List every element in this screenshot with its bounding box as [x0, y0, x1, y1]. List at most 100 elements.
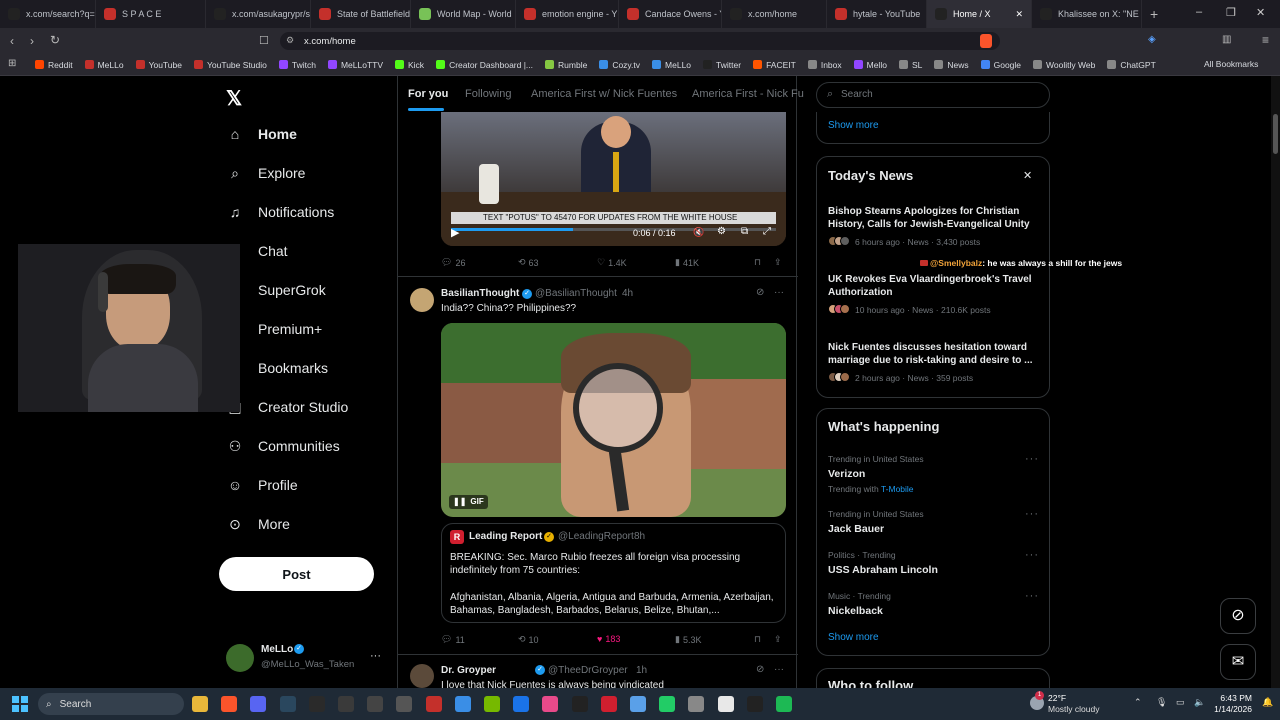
taskbar-app-icon[interactable]	[717, 696, 734, 712]
bookmark-item[interactable]: Kick	[390, 60, 429, 70]
views-button[interactable]: ▮ 41K	[675, 257, 699, 268]
taskbar-app-icon[interactable]	[279, 696, 296, 712]
taskbar-search[interactable]: ⌕ Search	[38, 693, 184, 715]
nav-notifications[interactable]: ♫ Notifications	[226, 203, 335, 221]
bookmark-item[interactable]: SL	[894, 60, 927, 70]
browser-tab[interactable]: x.com/asukagrypr/s	[206, 0, 311, 28]
bookmark-page-icon[interactable]: ☐	[259, 34, 269, 47]
close-icon[interactable]: ✕	[1023, 169, 1032, 182]
bookmark-item[interactable]: Reddit	[30, 60, 78, 70]
clock-date[interactable]: 1/14/2026	[1212, 704, 1252, 714]
browser-tab[interactable]: x.com/home	[722, 0, 827, 28]
grok-icon[interactable]: ⊘	[756, 664, 764, 675]
windows-start-icon[interactable]	[12, 696, 28, 712]
bookmark-item[interactable]: YouTube Studio	[189, 60, 272, 70]
play-icon[interactable]: ▶	[451, 226, 459, 239]
bookmark-item[interactable]: Inbox	[803, 60, 847, 70]
taskbar-app-icon[interactable]	[308, 696, 325, 712]
tweet-more-icon[interactable]: ···	[774, 664, 784, 675]
taskbar-app-icon[interactable]	[688, 696, 705, 712]
bookmark-item[interactable]: Google	[976, 60, 1026, 70]
nav-supergrok[interactable]: ⊘SuperGrok	[226, 281, 326, 299]
taskbar-app-icon[interactable]	[630, 696, 646, 712]
video-progress-track[interactable]	[451, 228, 776, 231]
nav-more[interactable]: ⊙ More	[226, 515, 290, 533]
search-box[interactable]: ⌕ Search	[816, 82, 1050, 108]
reload-icon[interactable]: ↻	[50, 33, 60, 47]
tab-america-first[interactable]: America First w/ Nick Fuentes	[531, 88, 677, 100]
taskbar-app-icon[interactable]	[425, 696, 442, 712]
grok-icon[interactable]: ⊘	[756, 287, 764, 298]
tweet1-video[interactable]: TEXT "POTUS" TO 45470 FOR UPDATES FROM T…	[441, 112, 786, 246]
browser-tab[interactable]: emotion engine - Y	[516, 0, 619, 28]
news-item[interactable]: Nick Fuentes discusses hesitation toward…	[828, 341, 1042, 385]
tab-following[interactable]: Following	[465, 88, 511, 100]
taskbar-app-icon[interactable]	[454, 696, 471, 712]
apps-grid-icon[interactable]: ⊞	[8, 58, 16, 69]
gif-badge[interactable]: ❚❚ GIF	[449, 495, 488, 509]
repost-button[interactable]: ⟲ 63	[518, 257, 539, 268]
x-logo-icon[interactable]: 𝕏	[226, 86, 242, 111]
forward-icon[interactable]: ›	[30, 34, 34, 48]
bookmark-item[interactable]: YouTube	[131, 60, 187, 70]
site-info-icon[interactable]: ⚙	[286, 35, 294, 46]
taskbar-app-icon[interactable]	[746, 696, 763, 712]
browser-tab[interactable]: Home / X ✕	[927, 0, 1032, 28]
clock-time[interactable]: 6:43 PM	[1212, 693, 1252, 703]
trend-more-icon[interactable]: ···	[1025, 508, 1039, 520]
new-tab-icon[interactable]: +	[1150, 6, 1158, 22]
all-bookmarks[interactable]: All Bookmarks	[1204, 59, 1258, 69]
bookmark-item[interactable]: MeLLoTTV	[323, 60, 388, 70]
taskbar-app-icon[interactable]	[600, 696, 617, 712]
bookmark-item[interactable]: ChatGPT	[1102, 60, 1160, 70]
back-icon[interactable]: ‹	[10, 34, 14, 48]
account-more-icon[interactable]: ···	[370, 650, 381, 662]
repost-button[interactable]: ⟲ 10	[518, 634, 539, 645]
tweet3-time[interactable]: 1h	[636, 665, 647, 676]
bookmark-item[interactable]: Twitter	[698, 60, 746, 70]
tweet2-avatar[interactable]	[410, 288, 434, 312]
like-button[interactable]: ♥ 183	[597, 634, 620, 644]
tweet3-handle[interactable]: @TheeDrGroyper	[548, 665, 628, 676]
bookmark-item[interactable]: News	[929, 60, 973, 70]
restore-icon[interactable]: ❐	[1226, 6, 1236, 19]
trend-more-icon[interactable]: ···	[1025, 549, 1039, 561]
menu-icon[interactable]: ≡	[1262, 33, 1269, 47]
trend-more-icon[interactable]: ···	[1025, 453, 1039, 465]
news-item[interactable]: UK Revokes Eva Vlaardingerbroek's Travel…	[828, 273, 1042, 317]
taskbar-app-icon[interactable]	[338, 696, 354, 712]
account-avatar[interactable]	[226, 644, 254, 672]
minimize-icon[interactable]: –	[1196, 6, 1202, 18]
tab-for-you[interactable]: For you	[408, 88, 448, 100]
browser-tab[interactable]: hytale - YouTube	[827, 0, 927, 28]
settings-icon[interactable]: ⚙	[717, 226, 726, 237]
notifications-icon[interactable]: 🔔	[1262, 697, 1273, 708]
trend-item[interactable]: Music · Trending Nickelback	[828, 591, 1042, 617]
fullscreen-icon[interactable]: ⤢	[763, 226, 771, 237]
taskbar-app-icon[interactable]	[484, 696, 500, 712]
tab-america-first-2[interactable]: America First - Nick Fu	[692, 88, 804, 100]
browser-tab[interactable]: Candace Owens - Y	[619, 0, 722, 28]
trend-item[interactable]: Politics · Trending USS Abraham Lincoln	[828, 550, 1042, 576]
bookmark-item[interactable]: Cozy.tv	[594, 60, 645, 70]
trend-item[interactable]: Trending in United States Verizon Trendi…	[828, 454, 1042, 494]
taskbar-app-icon[interactable]	[776, 696, 792, 712]
bookmark-item[interactable]: Creator Dashboard |...	[431, 60, 538, 70]
quote-tweet[interactable]: R Leading Report ✓ @LeadingReport 8h BRE…	[441, 523, 786, 623]
share-icon[interactable]: ⇪	[774, 257, 782, 268]
taskbar-app-icon[interactable]	[571, 696, 588, 712]
browser-tab[interactable]: Khalissee on X: "NE	[1032, 0, 1142, 28]
tweet-more-icon[interactable]: ···	[774, 287, 784, 298]
grok-float-icon[interactable]: ⊘	[1220, 598, 1256, 634]
news-item[interactable]: Bishop Stearns Apologizes for Christian …	[828, 205, 1042, 249]
taskbar-app-icon[interactable]	[250, 696, 267, 712]
views-button[interactable]: ▮ 5.3K	[675, 634, 701, 645]
bookmark-tweet-icon[interactable]: ⊓	[754, 257, 761, 268]
sidebar-icon[interactable]: ▥	[1222, 34, 1231, 45]
taskbar-app-icon[interactable]	[192, 696, 208, 712]
taskbar-app-icon[interactable]	[221, 696, 238, 712]
nav-home[interactable]: ⌂ Home	[226, 125, 297, 143]
browser-tab[interactable]: State of Battlefield	[311, 0, 411, 28]
bookmark-tweet-icon[interactable]: ⊓	[754, 634, 761, 645]
nav-profile[interactable]: ☺ Profile	[226, 476, 298, 494]
